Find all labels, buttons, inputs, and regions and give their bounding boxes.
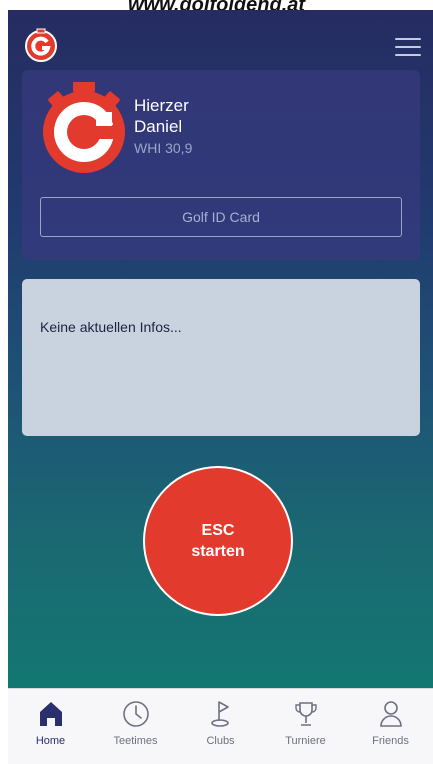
profile-first-name: Daniel [134,117,183,136]
top-caption: www.golfolgeng.at [0,0,433,10]
home-icon [39,702,62,726]
avatar [43,82,125,173]
profile-last-name: Hierzer [134,96,189,115]
tab-clubs[interactable]: Clubs [181,689,261,747]
tab-teetimes-label: Teetimes [113,735,158,747]
tab-home[interactable]: Home [11,689,91,747]
esc-label: ESC [201,522,235,539]
bottom-tab-bar: Home Teetimes Clubs Turniere Friends [8,688,433,764]
handicap-value: WHI 30,9 [134,140,193,156]
tab-clubs-label: Clubs [206,735,235,747]
hamburger-menu-icon[interactable] [395,38,421,56]
clock-icon [122,701,149,727]
starten-label: starten [191,543,245,560]
info-box: Keine aktuellen Infos... [22,279,420,436]
esc-start-button[interactable]: ESC starten [143,466,293,616]
tab-turniere[interactable]: Turniere [266,689,346,747]
tab-turniere-label: Turniere [285,735,326,747]
info-text: Keine aktuellen Infos... [40,319,182,335]
golf-flag-icon [210,701,229,727]
app-screen: Hierzer Daniel WHI 30,9 Golf ID Card Kei… [8,10,433,688]
tab-teetimes[interactable]: Teetimes [96,689,176,747]
golf-g-logo-icon[interactable] [24,28,58,62]
golf-id-card-button[interactable]: Golf ID Card [40,197,402,237]
trophy-icon [294,702,317,726]
tab-home-label: Home [35,735,66,747]
person-icon [379,701,402,727]
profile-name: Hierzer Daniel [134,95,189,137]
tab-friends-label: Friends [372,735,409,747]
profile-card: Hierzer Daniel WHI 30,9 Golf ID Card [22,70,420,260]
tab-friends[interactable]: Friends [351,689,431,747]
